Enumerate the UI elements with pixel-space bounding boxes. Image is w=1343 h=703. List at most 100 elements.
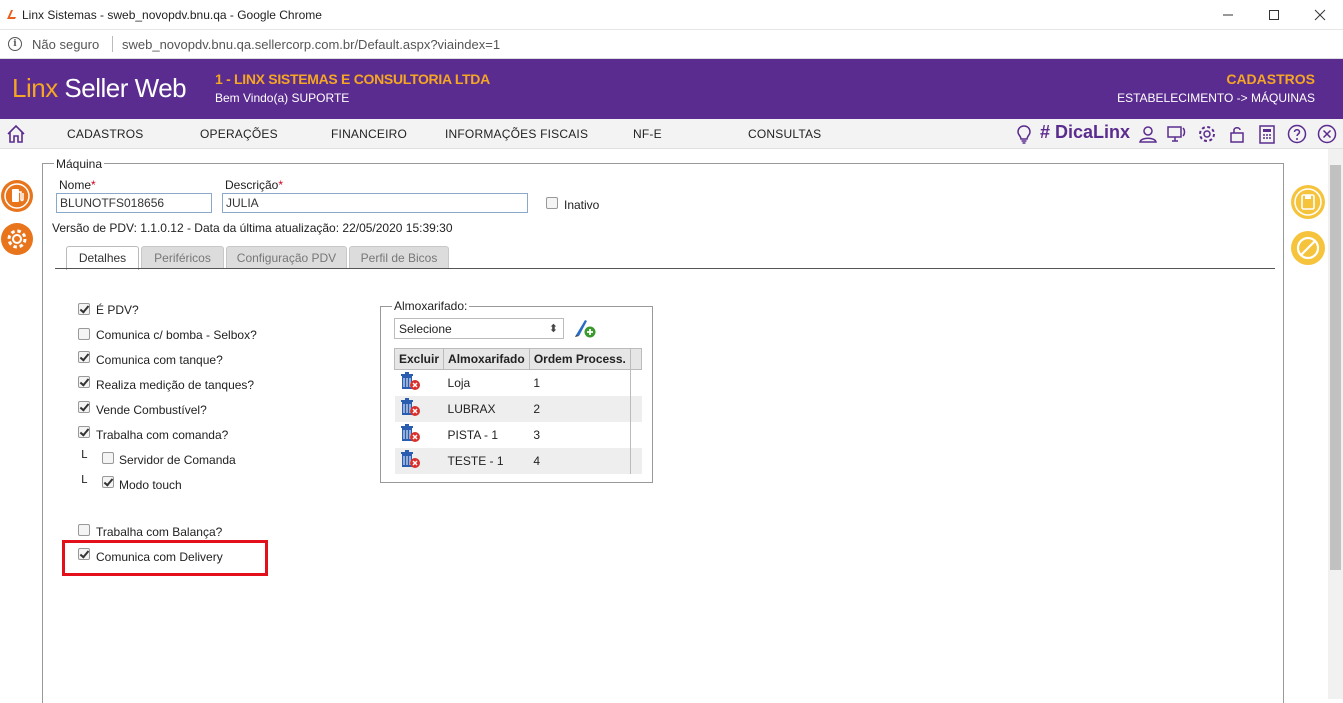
table-row: LUBRAX 2 bbox=[394, 395, 642, 422]
address-separator bbox=[112, 36, 113, 52]
save-button[interactable] bbox=[1290, 184, 1326, 220]
delete-cell[interactable] bbox=[395, 370, 444, 396]
add-almoxarifado-button[interactable] bbox=[573, 317, 597, 339]
almoxarifado-name: PISTA - 1 bbox=[447, 427, 498, 442]
tanque-checkbox[interactable] bbox=[78, 351, 90, 363]
inativo-label: Inativo bbox=[564, 198, 600, 212]
descricao-label: Descrição* bbox=[225, 178, 284, 192]
nav-cadastros[interactable]: CADASTROS bbox=[67, 127, 143, 141]
browser-title-bar: Linx Sistemas - sweb_novopdv.bnu.qa - Go… bbox=[0, 0, 1343, 30]
delete-icon[interactable] bbox=[399, 371, 421, 391]
medicao-checkbox[interactable] bbox=[78, 376, 90, 388]
almoxarifado-select-value: Selecione bbox=[399, 322, 452, 336]
delete-icon[interactable] bbox=[399, 397, 421, 417]
balanca-checkbox[interactable] bbox=[78, 524, 90, 536]
breadcrumb: ESTABELECIMENTO -> MÁQUINAS bbox=[1117, 91, 1315, 105]
almoxarifado-legend: Almoxarifado: bbox=[392, 299, 470, 313]
almoxarifado-select[interactable]: Selecione ⬍ bbox=[394, 318, 564, 339]
delete-icon[interactable] bbox=[399, 449, 421, 469]
nome-label: Nome* bbox=[59, 178, 96, 192]
machine-fieldset bbox=[42, 163, 1284, 703]
page-scrollbar[interactable] bbox=[1328, 149, 1343, 699]
welcome-text: Bem Vindo(a) SUPORTE bbox=[215, 91, 350, 105]
minimize-button[interactable] bbox=[1205, 0, 1251, 30]
help-icon[interactable] bbox=[1286, 123, 1308, 145]
almoxarifado-order: 2 bbox=[529, 395, 631, 422]
nav-consultas[interactable]: CONSULTAS bbox=[748, 127, 821, 141]
modo-touch-checkbox[interactable] bbox=[102, 476, 114, 488]
fuel-pump-button[interactable] bbox=[0, 179, 34, 213]
company-name: 1 - LINX SISTEMAS E CONSULTORIA LTDA bbox=[215, 71, 490, 87]
home-icon[interactable] bbox=[5, 123, 27, 145]
minimize-icon bbox=[1223, 14, 1233, 16]
bomba-label: Comunica c/ bomba - Selbox? bbox=[96, 328, 257, 342]
table-row: TESTE - 1 4 bbox=[394, 447, 642, 474]
column-header-excluir[interactable]: Excluir bbox=[393, 348, 445, 370]
servidor-comanda-checkbox[interactable] bbox=[102, 452, 114, 464]
almoxarifado-order: 3 bbox=[533, 427, 540, 442]
nav-operacoes[interactable]: OPERAÇÕES bbox=[200, 127, 278, 141]
main-nav: CADASTROS OPERAÇÕES FINANCEIRO INFORMAÇÕ… bbox=[0, 119, 1343, 149]
gear-icon[interactable] bbox=[1196, 123, 1218, 145]
column-header-ordem[interactable]: Ordem Process. bbox=[528, 348, 631, 370]
medicao-label: Realiza medição de tanques? bbox=[96, 378, 255, 392]
nav-financeiro[interactable]: FINANCEIRO bbox=[331, 127, 407, 141]
almoxarifado-name: TESTE - 1 bbox=[443, 447, 530, 474]
column-header-spacer bbox=[629, 348, 643, 370]
highlight-box bbox=[62, 540, 268, 576]
delete-icon[interactable] bbox=[399, 423, 421, 443]
monitor-icon[interactable] bbox=[1165, 123, 1187, 145]
fieldset-legend: Máquina bbox=[54, 157, 105, 171]
combustivel-checkbox[interactable] bbox=[78, 401, 90, 413]
nav-informacoes-fiscais[interactable]: INFORMAÇÕES FISCAIS bbox=[445, 127, 588, 141]
column-header-almoxarifado[interactable]: Almoxarifado bbox=[443, 348, 530, 370]
section-title: CADASTROS bbox=[1226, 71, 1315, 87]
tab-perfil-de-bicos[interactable]: Perfil de Bicos bbox=[349, 246, 449, 269]
descricao-field[interactable] bbox=[222, 193, 528, 213]
close-icon bbox=[1314, 9, 1326, 21]
settings-gear-button[interactable] bbox=[0, 222, 34, 256]
tree-connector: L bbox=[81, 448, 88, 461]
maximize-icon bbox=[1269, 10, 1279, 20]
close-icon[interactable] bbox=[1316, 123, 1338, 145]
tab-detalhes[interactable]: Detalhes bbox=[66, 246, 139, 270]
close-window-button[interactable] bbox=[1297, 0, 1343, 30]
comanda-checkbox[interactable] bbox=[78, 426, 90, 438]
url-text[interactable]: sweb_novopdv.bnu.qa.sellercorp.com.br/De… bbox=[122, 37, 500, 52]
delete-cell[interactable] bbox=[394, 447, 444, 474]
table-row: Loja 1 bbox=[395, 369, 642, 396]
brand-logo[interactable]: Linx Seller Web bbox=[12, 73, 187, 104]
lightbulb-icon[interactable] bbox=[1013, 123, 1035, 145]
nav-nfe[interactable]: NF-E bbox=[633, 127, 662, 141]
table-row: PISTA - 1 3 bbox=[395, 421, 642, 448]
lock-icon[interactable] bbox=[1226, 123, 1248, 145]
nome-field[interactable] bbox=[56, 193, 212, 213]
inativo-checkbox[interactable] bbox=[546, 197, 558, 209]
window-title: Linx Sistemas - sweb_novopdv.bnu.qa - Go… bbox=[22, 8, 322, 22]
security-label: Não seguro bbox=[32, 37, 100, 52]
cancel-button[interactable] bbox=[1290, 230, 1326, 266]
servidor-comanda-label: Servidor de Comanda bbox=[119, 453, 236, 467]
address-bar[interactable]: i Não seguro sweb_novopdv.bnu.qa.sellerc… bbox=[0, 30, 1343, 59]
tanque-label: Comunica com tanque? bbox=[96, 353, 223, 367]
e-pdv-checkbox[interactable] bbox=[78, 303, 90, 315]
scrollbar-thumb[interactable] bbox=[1330, 165, 1341, 570]
tab-perifericos[interactable]: Periféricos bbox=[141, 246, 224, 269]
comanda-label: Trabalha com comanda? bbox=[96, 428, 229, 442]
bomba-checkbox[interactable] bbox=[78, 328, 90, 340]
almoxarifado-name: LUBRAX bbox=[443, 395, 530, 422]
app-header: Linx Seller Web 1 - LINX SISTEMAS E CONS… bbox=[0, 59, 1343, 119]
calculator-icon[interactable] bbox=[1256, 123, 1278, 145]
delete-cell[interactable] bbox=[395, 422, 444, 448]
tab-configuracao-pdv[interactable]: Configuração PDV bbox=[226, 246, 347, 269]
user-icon[interactable] bbox=[1137, 123, 1159, 145]
linx-favicon-icon bbox=[7, 10, 16, 19]
delete-cell[interactable] bbox=[394, 395, 444, 422]
select-arrows-icon: ⬍ bbox=[548, 323, 558, 335]
maximize-button[interactable] bbox=[1251, 0, 1297, 30]
dicalinx-link[interactable]: # DicaLinx bbox=[1040, 122, 1130, 143]
modo-touch-label: Modo touch bbox=[119, 478, 182, 492]
combustivel-label: Vende Combustível? bbox=[96, 403, 207, 417]
tree-connector: L bbox=[81, 473, 88, 486]
info-icon[interactable]: i bbox=[8, 37, 22, 51]
